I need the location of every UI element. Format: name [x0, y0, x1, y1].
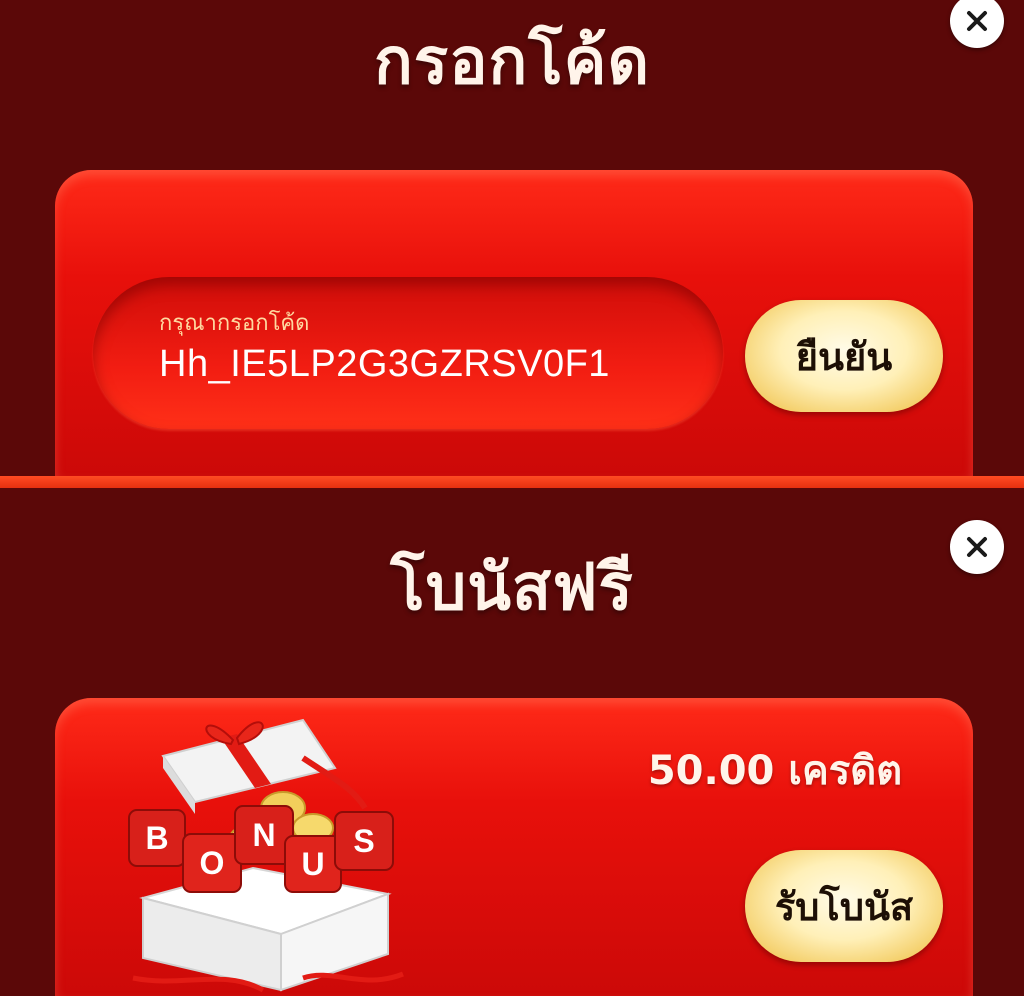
bonus-dice-b: B — [128, 809, 186, 867]
code-dialog-title: กรอกโค้ด — [373, 25, 651, 99]
svg-text:B: B — [145, 820, 168, 856]
svg-text:U: U — [301, 846, 324, 882]
bonus-dice-o: O — [182, 833, 242, 893]
code-input-field[interactable]: กรุณากรอกโค้ด Hh_IE5LP2G3GZRSV0F1 — [93, 277, 723, 429]
free-bonus-dialog: โบนัสฟรี B O N U S 50.00 เครดิต รับโบนัส — [0, 488, 1024, 996]
bonus-dialog-title: โบนัสฟรี — [390, 551, 634, 625]
svg-text:N: N — [252, 817, 275, 853]
claim-bonus-button[interactable]: รับโบนัส — [745, 850, 943, 962]
code-entry-dialog: กรอกโค้ด กรุณากรอกโค้ด Hh_IE5LP2G3GZRSV0… — [0, 0, 1024, 478]
code-panel: กรุณากรอกโค้ด Hh_IE5LP2G3GZRSV0F1 ยืนยัน — [55, 170, 973, 476]
close-icon[interactable] — [950, 520, 1004, 574]
svg-text:S: S — [353, 823, 374, 859]
bonus-dice-u: U — [284, 835, 342, 893]
bonus-gift-box-icon: B O N U S — [128, 718, 404, 993]
section-divider — [0, 476, 1024, 488]
code-input-label: กรุณากรอกโค้ด — [159, 311, 310, 336]
svg-text:O: O — [200, 845, 225, 881]
code-input-value[interactable]: Hh_IE5LP2G3GZRSV0F1 — [159, 343, 610, 386]
confirm-button[interactable]: ยืนยัน — [745, 300, 943, 412]
bonus-credit-amount: 50.00 เครดิต — [647, 748, 903, 794]
bonus-dice-s: S — [334, 811, 394, 871]
bonus-panel: B O N U S 50.00 เครดิต รับโบนัส — [55, 698, 973, 996]
